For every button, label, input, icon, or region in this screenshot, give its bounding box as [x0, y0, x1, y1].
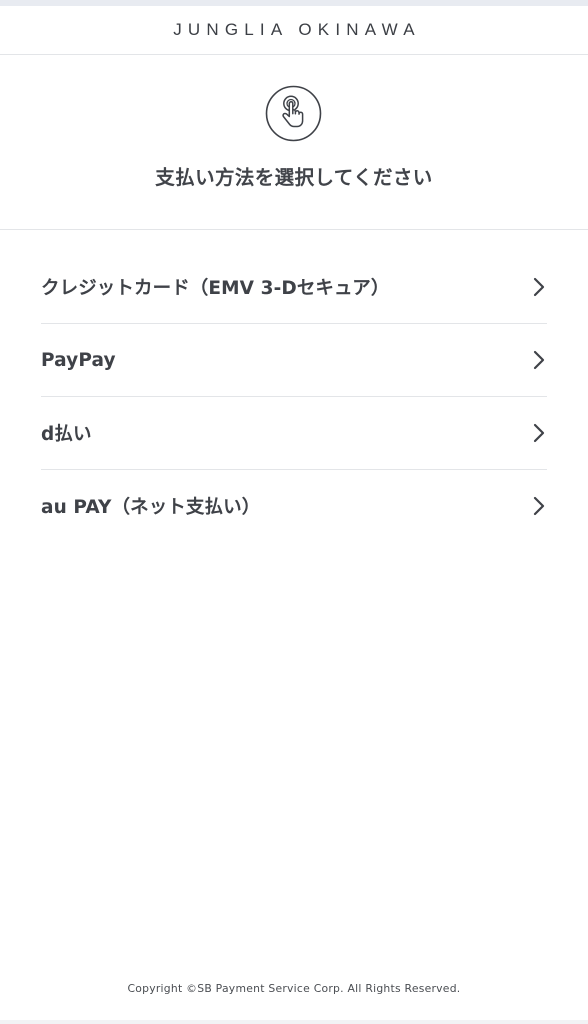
payment-method-d-barai[interactable]: d払い: [41, 397, 547, 470]
page-title: 支払い方法を選択してください: [155, 166, 433, 189]
chevron-right-icon: [533, 350, 545, 370]
site-header: JUNGLIA OKINAWA: [0, 6, 588, 55]
payment-method-paypay[interactable]: PayPay: [41, 324, 547, 397]
payment-method-label: クレジットカード（EMV 3-Dセキュア）: [41, 278, 390, 299]
payment-prompt: 支払い方法を選択してください: [0, 55, 588, 230]
payment-method-label: au PAY（ネット支払い）: [41, 497, 261, 518]
tap-finger-icon: [265, 85, 322, 142]
payment-method-au-pay[interactable]: au PAY（ネット支払い）: [41, 470, 547, 542]
brand-logo-text: JUNGLIA OKINAWA: [173, 20, 421, 39]
bottom-strip: [0, 1020, 588, 1024]
payment-method-list: クレジットカード（EMV 3-Dセキュア） PayPay d払い au PAY（…: [41, 251, 547, 542]
copyright-footer: Copyright ©SB Payment Service Corp. All …: [127, 982, 461, 995]
chevron-right-icon: [533, 423, 545, 443]
payment-method-label: d払い: [41, 424, 92, 445]
chevron-right-icon: [533, 277, 545, 297]
payment-method-label: PayPay: [41, 349, 116, 371]
payment-method-credit-card[interactable]: クレジットカード（EMV 3-Dセキュア）: [41, 251, 547, 324]
chevron-right-icon: [533, 496, 545, 516]
